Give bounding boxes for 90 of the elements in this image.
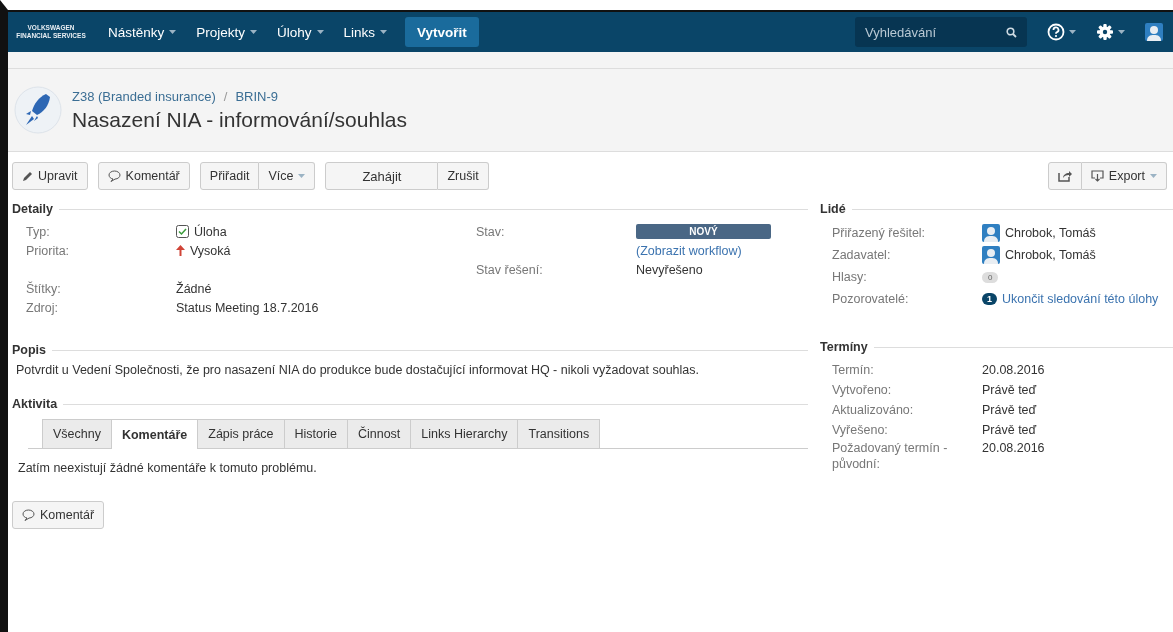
field-label: Vyřešeno: [832,423,888,437]
activity-tab[interactable]: Historie [284,419,348,448]
user-link[interactable]: Chrobok, Tomáš [1005,226,1096,240]
field-label: Priorita: [26,243,70,258]
caret-icon [1069,30,1076,34]
rocket-icon [14,86,62,134]
user-menu[interactable] [1145,23,1163,41]
activity-tab[interactable]: Činnost [347,419,412,448]
field-label: Štítky: [26,281,61,296]
field-label: Přiřazený řešitel: [832,226,926,240]
issue-title: Nasazení NIA - informování/souhlas [72,107,407,132]
speech-bubble-icon [107,170,121,182]
section-heading: Popis [12,343,47,357]
comment-button[interactable]: Komentář [12,501,105,529]
avatar-icon [982,224,1000,242]
nav-menu[interactable]: Projekty [186,17,268,47]
create-button[interactable]: Vytvořit [405,17,479,47]
field-label: Aktualizováno: [832,403,914,417]
section-heading: Detaily [12,202,53,216]
vote-count: 0 [982,271,999,283]
toolbar-button[interactable]: Upravit [12,162,88,190]
speech-bubble-icon [22,509,35,521]
field-value: Právě teď [982,423,1037,437]
field-value: Vysoká [190,243,231,258]
field-value: Status Meeting 18.7.2016 [176,300,319,315]
activity-tab[interactable]: Všechny [42,419,112,448]
activity-tab[interactable]: Transitions [518,419,601,448]
caret-icon [298,174,306,178]
breadcrumb-link[interactable]: Z38 (Branded insurance) [72,88,216,104]
settings-menu[interactable] [1096,23,1125,41]
nav-menu[interactable]: Links [333,17,398,47]
user-link[interactable]: Chrobok, Tomáš [1005,248,1096,262]
help-icon [1047,23,1065,41]
download-icon [1090,170,1104,182]
field-value: Právě teď [982,403,1037,417]
section-heading: Termíny [820,340,868,354]
status-lozenge: NOVÝ [636,224,771,239]
toolbar-button[interactable]: Zrušit [438,162,489,190]
field-label: Typ: [26,224,50,239]
caret-icon [316,30,324,34]
section-heading: Lidé [820,202,846,216]
toolbar-button[interactable]: Komentář [97,162,190,190]
field-value: Nevyřešeno [636,262,703,277]
caret-icon [250,30,258,34]
activity-tab[interactable]: Links Hierarchy [411,419,519,448]
activity-tab[interactable]: Komentáře [111,419,199,449]
export-button[interactable]: Export [1081,162,1167,190]
field-label: Hlasy: [832,270,867,284]
field-label: Stav řešení: [476,262,543,277]
avatar-icon [982,246,1000,264]
caret-icon [380,30,388,34]
workflow-link[interactable]: (Zobrazit workflow) [636,243,742,258]
field-value: Právě teď [982,383,1037,397]
section-heading: Aktivita [12,397,58,411]
unwatch-link[interactable]: Ukončit sledování této úlohy [1002,292,1159,306]
description-text: Potvrdit u Vedení Společnosti, že pro nasazení NIA do produkce bude dostačující informovat HQ - nikoli vyžadovat souhlas. [15,362,701,377]
up-arrow-icon [176,245,185,256]
share-button[interactable] [1047,162,1082,190]
caret-icon [1118,30,1125,34]
field-label: Termín: [832,363,874,377]
breadcrumb-separator: / [223,88,228,104]
avatar-icon [1145,23,1163,41]
share-icon [1057,170,1072,182]
nav-menu[interactable]: Úlohy [267,17,334,47]
field-label: Zadavatel: [832,248,891,262]
empty-message: Zatím neexistují žádné komentáře k tomuto problému. [17,460,318,475]
toolbar-button[interactable]: Zahájit [325,162,439,190]
watcher-count: 1 [982,293,997,305]
field-label: Vytvořeno: [832,383,892,397]
caret-icon [169,30,177,34]
help-menu[interactable] [1047,23,1076,41]
field-value: 20.08.2016 [982,363,1045,377]
settings-icon [1096,23,1114,41]
field-label: Stav: [476,224,505,239]
field-value: Úloha [194,224,227,239]
field-value: 20.08.2016 [982,440,1045,456]
field-value: Žádné [176,281,212,296]
field-label: Pozorovatelé: [832,292,909,306]
breadcrumb-link[interactable]: BRIN-9 [235,88,279,104]
search-field[interactable]: Vyhledávání [855,17,1027,47]
field-label: Zdroj: [26,300,58,315]
caret-icon [1150,174,1157,178]
nav-menu[interactable]: Nástěnky [98,17,187,47]
toolbar-button[interactable]: Více [259,162,316,190]
search-icon [1006,27,1017,38]
activity-tab[interactable]: Zápis práce [198,419,285,448]
toolbar-button[interactable]: Přiřadit [199,162,260,190]
checkbox-icon [176,225,189,238]
field-label: Požadovaný termín - původní: [832,440,949,472]
pencil-icon [22,170,33,182]
